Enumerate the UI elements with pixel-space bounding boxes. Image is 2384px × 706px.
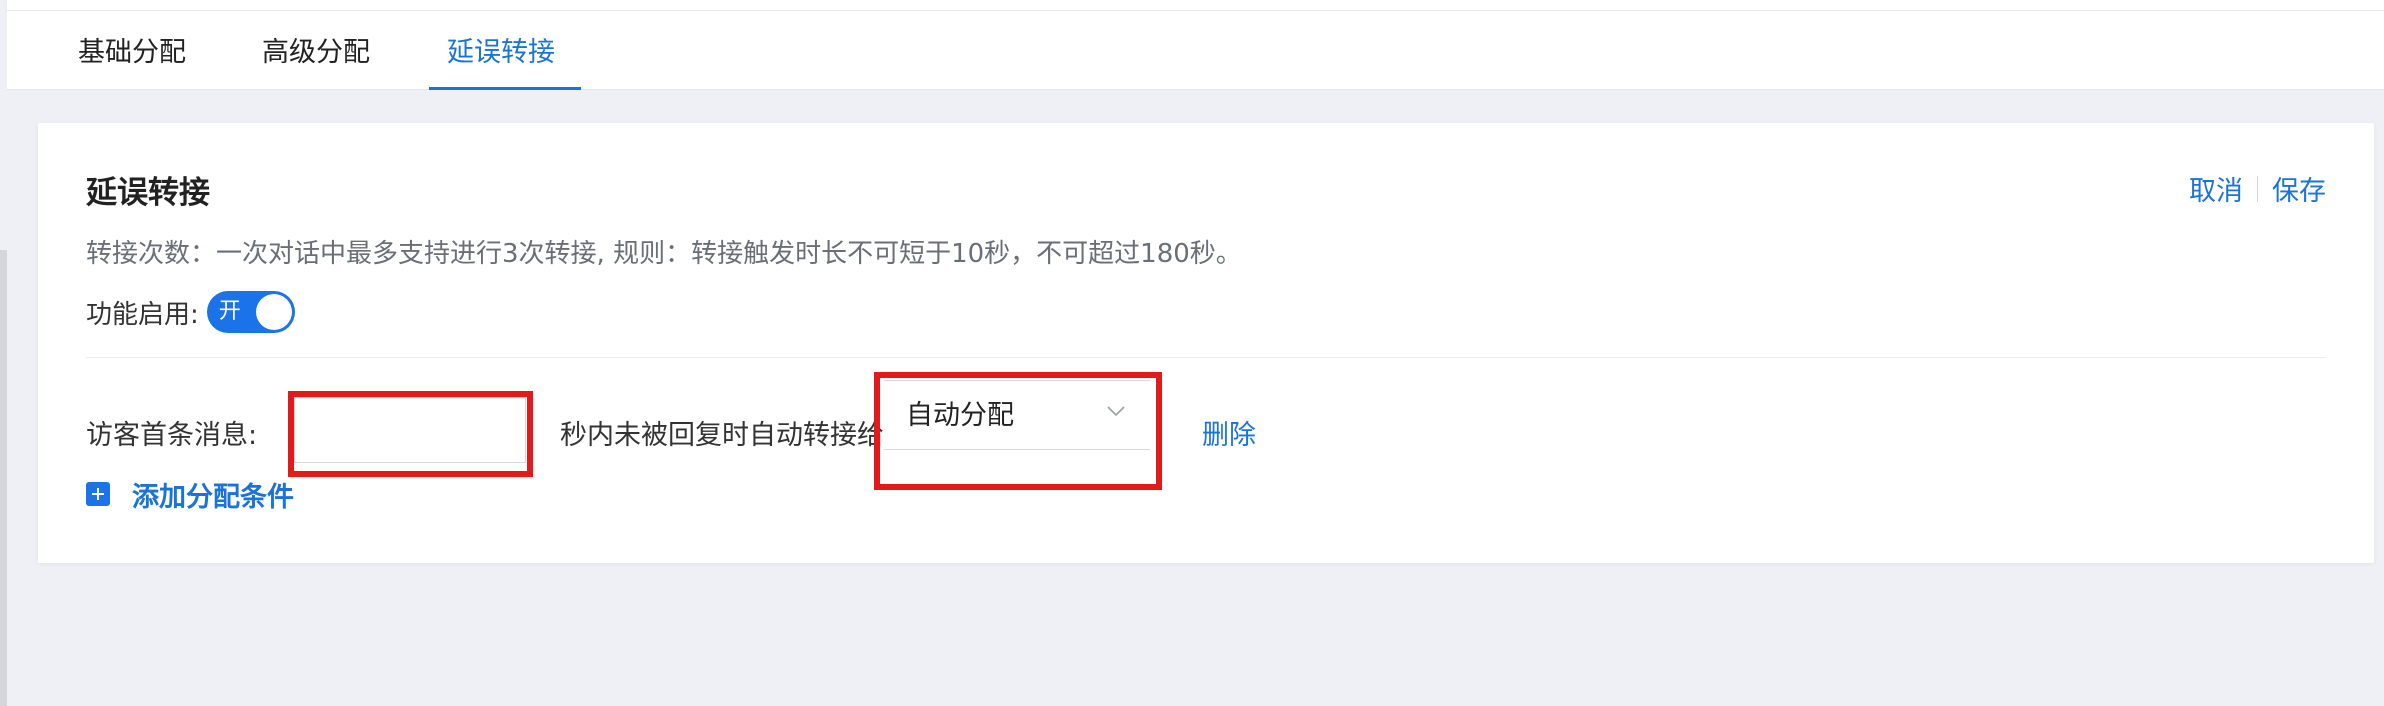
enable-row: 功能启用: 开: [86, 290, 295, 334]
enable-toggle[interactable]: 开: [206, 291, 295, 333]
card-actions: 取消 保存: [2189, 169, 2326, 208]
divider: [86, 357, 2326, 358]
rule-text: 秒内未被回复时自动转接给: [560, 420, 884, 451]
toggle-knob: [255, 294, 292, 330]
plus-square-icon: [86, 482, 110, 506]
save-button[interactable]: 保存: [2272, 169, 2326, 208]
add-condition-button[interactable]: 添加分配条件: [86, 475, 294, 513]
scrollbar-strip: [0, 250, 7, 706]
tab-delayed-transfer-label: 延误转接: [447, 37, 555, 68]
transfer-target-select[interactable]: 自动分配: [884, 380, 1150, 450]
action-separator: [2257, 175, 2258, 202]
tab-advanced-assignment[interactable]: 高级分配: [251, 11, 381, 89]
delayed-transfer-card: 延误转接 取消 保存 转接次数：一次对话中最多支持进行3次转接, 规则：转接触发…: [38, 123, 2374, 563]
add-condition-label: 添加分配条件: [132, 481, 294, 513]
rule-label: 访客首条消息:: [86, 420, 258, 451]
chevron-down-icon: [1106, 401, 1126, 421]
page: 基础分配 高级分配 延误转接 延误转接 取消 保存 转接次数：一次对话中最多支持…: [0, 0, 2384, 706]
tab-delayed-transfer[interactable]: 延误转接: [421, 11, 581, 90]
top-bar: [7, 0, 2384, 11]
enable-label: 功能启用:: [86, 299, 199, 330]
cancel-button[interactable]: 取消: [2189, 169, 2243, 208]
seconds-input[interactable]: [294, 397, 526, 463]
tab-basic-assignment[interactable]: 基础分配: [67, 11, 197, 89]
rule-description: 转接次数：一次对话中最多支持进行3次转接, 规则：转接触发时长不可短于10秒，不…: [86, 239, 1242, 269]
toggle-text: 开: [218, 299, 241, 324]
delete-rule-button[interactable]: 删除: [1202, 413, 1256, 452]
active-tab-underline: [429, 87, 581, 90]
tab-bar: 基础分配 高级分配 延误转接: [7, 11, 2384, 90]
select-value: 自动分配: [906, 400, 1014, 431]
card-title: 延误转接: [86, 175, 210, 211]
